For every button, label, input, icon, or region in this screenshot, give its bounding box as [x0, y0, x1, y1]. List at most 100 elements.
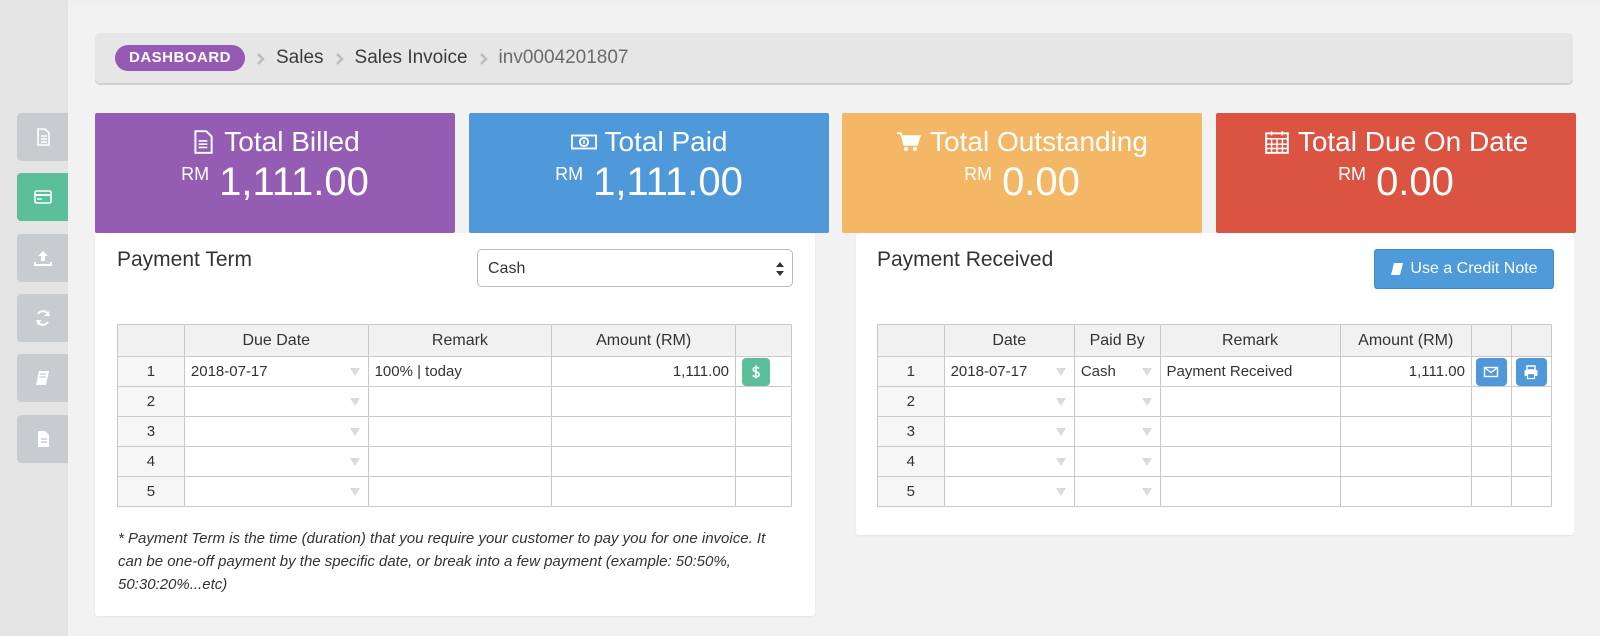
breadcrumb-sales-invoice[interactable]: Sales Invoice: [355, 47, 468, 69]
action-cell: [735, 416, 792, 447]
table-row: 5: [117, 476, 792, 507]
side-tab-upload[interactable]: [17, 234, 68, 282]
row-number: 2: [877, 386, 945, 417]
book-icon: [1391, 263, 1404, 275]
breadcrumb-current: inv0004201807: [498, 47, 629, 68]
side-tab-file[interactable]: [17, 113, 68, 161]
remark-cell[interactable]: [1159, 476, 1341, 507]
printer-icon: [1524, 364, 1538, 379]
print-action-cell: [1510, 446, 1553, 477]
print-button[interactable]: [1515, 357, 1547, 386]
side-tab-refresh[interactable]: [17, 294, 68, 342]
stat-amount: 0.00: [1002, 160, 1080, 204]
paid-by-value: Cash: [1080, 363, 1116, 380]
side-tab-document[interactable]: [17, 415, 68, 463]
file-icon: [36, 128, 50, 146]
document-icon: [37, 431, 49, 447]
side-tab-payment[interactable]: [17, 173, 68, 221]
email-action-cell: [1470, 416, 1512, 447]
breadcrumb-dashboard[interactable]: DASHBOARD: [115, 45, 245, 71]
use-credit-note-button[interactable]: Use a Credit Note: [1374, 249, 1554, 289]
column-header: Due Date: [183, 324, 369, 357]
payment-term-note: * Payment Term is the time (duration) th…: [118, 530, 766, 593]
table-row: 4: [877, 446, 1553, 477]
paid-by-cell[interactable]: [1073, 386, 1161, 417]
dropdown-arrow-icon: [1141, 428, 1152, 436]
amount-cell[interactable]: [1339, 386, 1472, 417]
date-cell[interactable]: [943, 416, 1075, 447]
email-action-cell: [1470, 386, 1512, 417]
chevron-right-icon: [256, 53, 266, 65]
payment-term-title: Payment Term: [117, 248, 252, 271]
remark-cell[interactable]: 100% | today: [367, 356, 553, 387]
due-date-cell[interactable]: [183, 386, 369, 417]
refresh-icon: [35, 310, 50, 326]
payment-term-select-value: Cash: [488, 260, 526, 277]
action-cell: [735, 446, 792, 477]
remark-cell[interactable]: [367, 386, 553, 417]
date-cell[interactable]: [943, 386, 1075, 417]
table-row: 2: [877, 386, 1553, 417]
remark-cell[interactable]: [367, 416, 553, 447]
dropdown-arrow-icon: [1055, 368, 1066, 376]
row-number: 1: [877, 356, 945, 387]
remark-cell[interactable]: [367, 476, 553, 507]
envelope-icon: [1484, 366, 1499, 377]
amount-cell[interactable]: [551, 446, 737, 477]
chevron-right-icon: [335, 53, 345, 65]
table-row: 2: [117, 386, 792, 417]
stat-amount: 1,111.00: [219, 160, 369, 204]
paid-by-cell[interactable]: [1073, 476, 1161, 507]
table-row: 1 2018-07-17 Cash Payment Received 1,111…: [877, 356, 1553, 387]
remark-cell[interactable]: [367, 446, 553, 477]
remark-cell[interactable]: [1159, 386, 1341, 417]
payment-term-select[interactable]: Cash: [477, 249, 793, 287]
side-tab-book[interactable]: [17, 354, 68, 402]
dropdown-arrow-icon: [1055, 398, 1066, 406]
pay-button[interactable]: [742, 357, 771, 386]
payment-received-table: Date Paid By Remark Amount (RM) 1 2018-0…: [877, 324, 1553, 507]
print-action-cell: [1510, 476, 1553, 507]
amount-cell[interactable]: [551, 386, 737, 417]
amount-cell[interactable]: 1,111.00: [1339, 356, 1472, 387]
amount-cell[interactable]: [551, 476, 737, 507]
use-credit-note-label: Use a Credit Note: [1410, 260, 1538, 277]
email-action-cell: [1470, 446, 1512, 477]
due-date-cell[interactable]: [183, 476, 369, 507]
amount-cell[interactable]: [1339, 446, 1472, 477]
paid-by-cell[interactable]: Cash: [1073, 356, 1161, 387]
row-number: 3: [117, 416, 185, 447]
amount-cell[interactable]: [1339, 476, 1472, 507]
print-action-cell: [1510, 386, 1553, 417]
upload-icon: [33, 251, 52, 266]
remark-cell[interactable]: [1159, 416, 1341, 447]
stat-card-total-billed: Total Billed RM 1,111.00: [95, 113, 455, 233]
credit-card-icon: [33, 190, 52, 204]
stat-title: Total Billed: [224, 126, 360, 157]
action-cell: [735, 386, 792, 417]
remark-cell[interactable]: [1159, 446, 1341, 477]
payment-term-table: Due Date Remark Amount (RM) 1 2018-07-17…: [117, 324, 792, 507]
stat-amount: 0.00: [1376, 160, 1454, 204]
column-header: Remark: [367, 324, 553, 357]
money-icon: [570, 134, 597, 150]
remark-cell[interactable]: Payment Received: [1159, 356, 1341, 387]
breadcrumb-sales[interactable]: Sales: [276, 47, 324, 69]
email-button[interactable]: [1475, 357, 1507, 386]
row-number: 5: [117, 476, 185, 507]
date-cell[interactable]: [943, 476, 1075, 507]
due-date-cell[interactable]: 2018-07-17: [183, 356, 369, 387]
email-action-cell: [1470, 356, 1512, 387]
dropdown-arrow-icon: [1141, 488, 1152, 496]
amount-cell[interactable]: [551, 416, 737, 447]
table-row: 4: [117, 446, 792, 477]
paid-by-cell[interactable]: [1073, 446, 1161, 477]
date-cell[interactable]: 2018-07-17: [943, 356, 1075, 387]
paid-by-cell[interactable]: [1073, 416, 1161, 447]
column-header: [1510, 324, 1553, 357]
due-date-cell[interactable]: [183, 416, 369, 447]
date-cell[interactable]: [943, 446, 1075, 477]
due-date-cell[interactable]: [183, 446, 369, 477]
amount-cell[interactable]: [1339, 416, 1472, 447]
amount-cell[interactable]: 1,111.00: [551, 356, 737, 387]
